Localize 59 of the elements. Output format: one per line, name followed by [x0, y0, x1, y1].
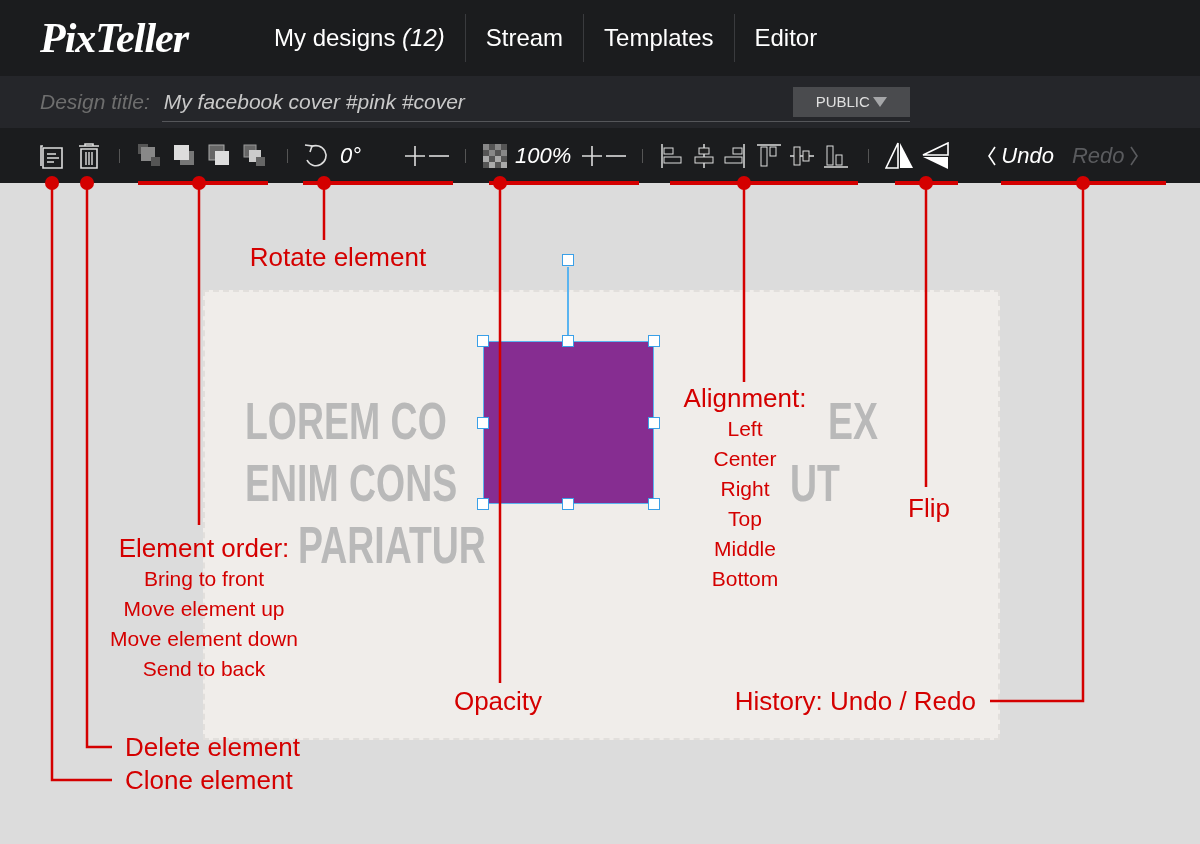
- logo[interactable]: PixTeller: [40, 14, 235, 62]
- rotate-handle[interactable]: [562, 254, 574, 266]
- nav-link[interactable]: Editor: [733, 14, 838, 62]
- trash-icon[interactable]: [78, 142, 100, 169]
- layers-icon[interactable]: [173, 143, 197, 168]
- annotation-title: History: Undo / Redo: [734, 685, 976, 717]
- annotation-item: Top: [728, 506, 762, 532]
- annotation-title: Flip: [908, 492, 950, 524]
- annotation-title: Delete element: [125, 731, 300, 763]
- annotation-item: Bottom: [711, 566, 779, 592]
- visibility-dropdown[interactable]: PUBLIC: [792, 86, 910, 117]
- field-label: Design title:: [40, 90, 150, 114]
- align-bottom-icon[interactable]: [824, 143, 849, 168]
- clone-icon[interactable]: [40, 142, 64, 169]
- resize-handle[interactable]: [648, 417, 660, 429]
- resize-handle[interactable]: [477, 417, 489, 429]
- annotation-item: Move element up: [123, 596, 285, 622]
- nav-link[interactable]: Templates: [583, 14, 734, 62]
- annotation-item: Center: [713, 446, 777, 472]
- rotation-value: 0°: [340, 142, 362, 169]
- checkerboard-icon[interactable]: [483, 143, 508, 168]
- annotation-item: Right: [720, 476, 770, 502]
- nav-link[interactable]: My designs (12): [254, 14, 465, 62]
- resize-handle[interactable]: [477, 335, 489, 347]
- annotation-title: Opacity: [453, 685, 543, 717]
- annotation-item: Bring to front: [143, 566, 265, 592]
- annotation-item: Middle: [714, 536, 776, 562]
- resize-handle[interactable]: [648, 335, 660, 347]
- flip-vertical-icon[interactable]: [922, 141, 950, 170]
- annotation-title: Clone element: [125, 764, 293, 796]
- opacity-value: 100%: [515, 142, 572, 169]
- layers-icon[interactable]: [243, 143, 267, 168]
- annotation-item: Left: [727, 416, 763, 442]
- resize-handle[interactable]: [648, 498, 660, 510]
- align-left-icon[interactable]: [661, 143, 684, 168]
- annotation-title: Rotate element: [249, 241, 427, 273]
- resize-handle[interactable]: [562, 498, 574, 510]
- caret-icon: [872, 95, 887, 108]
- chevron-left-icon: [987, 145, 998, 166]
- design-title-field[interactable]: My facebook cover #pink #cover PUBLIC: [161, 82, 910, 122]
- nav-link[interactable]: Stream: [464, 14, 584, 62]
- chevron-right-icon: [1128, 145, 1139, 166]
- align-right-icon[interactable]: [723, 143, 748, 168]
- undo-button[interactable]: Undo: [987, 142, 1054, 169]
- annotation-item: Send to back: [142, 656, 266, 682]
- rotate-handle-stem: [567, 267, 569, 335]
- align-center-icon[interactable]: [693, 143, 716, 168]
- square-shape[interactable]: [483, 341, 654, 504]
- layers-icon[interactable]: [208, 143, 232, 168]
- resize-handle[interactable]: [562, 335, 574, 347]
- annotation-title: Alignment:: [683, 382, 807, 414]
- annotation-item: Move element down: [110, 626, 298, 652]
- plus-icon[interactable]: [582, 145, 603, 166]
- plus-icon[interactable]: [405, 145, 426, 166]
- resize-handle[interactable]: [477, 498, 489, 510]
- align-middle-icon[interactable]: [790, 143, 815, 168]
- align-top-icon[interactable]: [757, 143, 782, 168]
- annotation-title: Element order:: [118, 532, 290, 564]
- flip-horizontal-icon[interactable]: [885, 142, 915, 169]
